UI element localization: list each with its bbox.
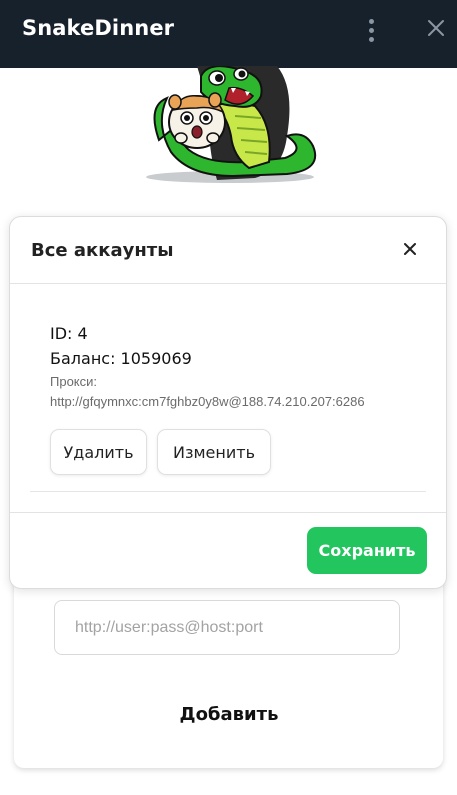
- proxy-input[interactable]: [54, 600, 400, 655]
- modal-header: Все аккаунты: [10, 217, 446, 284]
- account-id: ID: 4: [50, 324, 88, 343]
- account-balance: Баланс: 1059069: [50, 349, 192, 368]
- accounts-modal: Все аккаунты ID: 4 Баланс: 1059069 Прокс…: [9, 216, 447, 589]
- close-icon[interactable]: [400, 239, 420, 259]
- vertical-dots-icon[interactable]: [358, 14, 384, 46]
- edit-button[interactable]: Изменить: [157, 429, 271, 475]
- close-icon[interactable]: [424, 16, 448, 40]
- add-button[interactable]: Добавить: [154, 696, 304, 732]
- mascot-image: [137, 65, 323, 186]
- modal-title: Все аккаунты: [31, 240, 174, 261]
- account-item: ID: 4 Баланс: 1059069 Прокси: http://gfq…: [50, 321, 430, 412]
- account-proxy-label: Прокси:: [50, 374, 98, 389]
- app-title: SnakeDinner: [22, 16, 175, 40]
- account-proxy-value: http://gfqymnxc:cm7fghbz0y8w@188.74.210.…: [50, 394, 365, 409]
- add-account-card: Добавить: [14, 562, 443, 768]
- modal-footer-divider: [10, 512, 446, 513]
- account-divider: [30, 491, 426, 492]
- save-button[interactable]: Сохранить: [307, 527, 427, 574]
- app-header: SnakeDinner: [0, 0, 457, 68]
- delete-button[interactable]: Удалить: [50, 429, 147, 475]
